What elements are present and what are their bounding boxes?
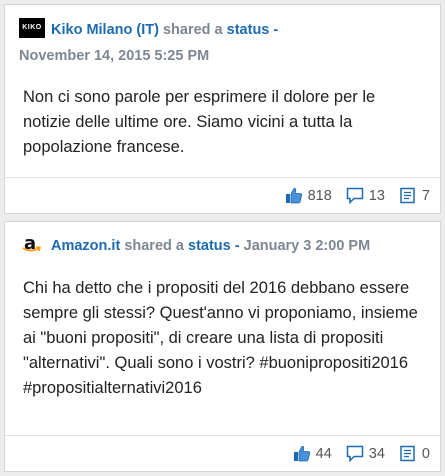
separator: - — [273, 22, 279, 38]
comments-stat[interactable]: 13 — [346, 187, 385, 204]
post-card: KIKO Kiko Milano (IT) shared a status - N… — [4, 4, 441, 214]
share-icon — [400, 187, 415, 204]
avatar[interactable]: KIKO — [19, 18, 45, 39]
post-header: a Amazon.it shared a status - January 3 … — [19, 232, 430, 259]
comments-count: 34 — [368, 445, 385, 462]
action-text: shared a — [162, 22, 223, 38]
post-body: Chi ha detto che i propositi del 2016 de… — [23, 279, 418, 397]
author-link[interactable]: Amazon.it — [51, 238, 120, 254]
avatar[interactable]: a — [19, 232, 45, 257]
likes-count: 818 — [307, 187, 332, 204]
author-link[interactable]: Kiko Milano (IT) — [51, 22, 159, 38]
comment-icon — [346, 187, 364, 204]
action-text: shared a — [124, 238, 184, 254]
shares-count: 7 — [421, 187, 430, 204]
timestamp[interactable]: November 14, 2015 5:25 PM — [19, 48, 209, 64]
shares-count: 0 — [421, 445, 430, 462]
share-icon — [400, 445, 415, 462]
comments-count: 13 — [368, 187, 385, 204]
comments-stat[interactable]: 34 — [346, 445, 385, 462]
post-stats: 818 13 7 — [5, 177, 440, 213]
likes-count: 44 — [315, 445, 332, 462]
status-link[interactable]: status — [188, 238, 231, 254]
comment-icon — [346, 445, 364, 462]
timestamp[interactable]: January 3 2:00 PM — [244, 238, 371, 254]
thumbs-up-icon — [293, 446, 310, 462]
likes-stat[interactable]: 818 — [285, 187, 332, 204]
amazon-smile-icon — [22, 246, 41, 252]
post-header: KIKO Kiko Milano (IT) shared a status - N… — [19, 17, 430, 69]
thumbs-up-icon — [285, 188, 302, 204]
post-card: a Amazon.it shared a status - January 3 … — [4, 221, 441, 472]
shares-stat[interactable]: 7 — [399, 187, 430, 204]
status-link[interactable]: status — [227, 22, 270, 38]
post-body: Non ci sono parole per esprimere il dolo… — [23, 88, 376, 156]
shares-stat[interactable]: 0 — [399, 445, 430, 462]
separator: - — [234, 238, 240, 254]
likes-stat[interactable]: 44 — [293, 445, 332, 462]
post-stats: 44 34 0 — [5, 435, 440, 471]
